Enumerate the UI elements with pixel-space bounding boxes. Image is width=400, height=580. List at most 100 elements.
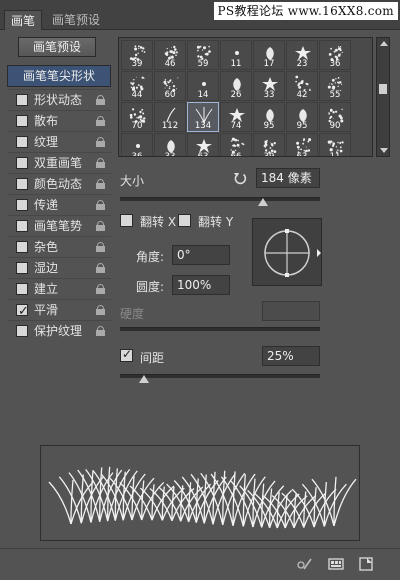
toggle-live-tip-preview-icon[interactable]: [296, 557, 312, 571]
roundness-field[interactable]: 100%: [172, 275, 230, 295]
lock-icon[interactable]: [96, 242, 105, 252]
brush-tip-cell[interactable]: 26: [220, 71, 252, 101]
size-slider-track[interactable]: [120, 197, 320, 201]
brush-tip-cell[interactable]: 33: [154, 133, 186, 156]
brush-size-number: 26: [230, 90, 242, 100]
flip-x-checkbox[interactable]: [120, 214, 133, 227]
angle-field[interactable]: 0°: [172, 245, 230, 265]
lock-icon[interactable]: [96, 116, 105, 126]
lock-icon[interactable]: [96, 137, 105, 147]
brush-option-item[interactable]: 建立: [7, 278, 111, 299]
brush-size-number: 90: [329, 121, 341, 131]
brush-tip-cell[interactable]: 17: [253, 40, 285, 70]
reset-size-icon[interactable]: [232, 170, 248, 186]
scroll-up-arrow-icon[interactable]: [380, 41, 388, 46]
brush-tip-cell[interactable]: 36: [319, 40, 351, 70]
option-checkbox[interactable]: [16, 241, 28, 253]
spacing-slider-track[interactable]: [120, 374, 320, 378]
brush-option-item[interactable]: ✓ 平滑: [7, 299, 111, 320]
option-checkbox[interactable]: [16, 283, 28, 295]
brush-tip-cell[interactable]: 39: [121, 40, 153, 70]
brush-tip-cell[interactable]: 11: [319, 133, 351, 156]
brush-option-item[interactable]: 双重画笔: [7, 152, 111, 173]
option-checkbox[interactable]: [16, 136, 28, 148]
option-checkbox[interactable]: [16, 262, 28, 274]
open-preset-manager-icon[interactable]: [328, 557, 344, 571]
brush-tip-cell[interactable]: 90: [319, 102, 351, 132]
option-checkbox[interactable]: [16, 199, 28, 211]
option-label: 散布: [34, 114, 59, 128]
angle-compass-icon: [264, 229, 321, 277]
brush-tip-cell[interactable]: 59: [187, 40, 219, 70]
flip-y-checkbox[interactable]: [178, 214, 191, 227]
lock-icon[interactable]: [96, 284, 105, 294]
lock-icon[interactable]: [96, 200, 105, 210]
size-slider-thumb[interactable]: [258, 198, 268, 206]
brush-option-item[interactable]: 纹理: [7, 131, 111, 152]
brush-tip-cell[interactable]: 134: [187, 102, 219, 132]
spacing-slider-thumb[interactable]: [139, 375, 149, 383]
option-checkbox[interactable]: [16, 325, 28, 337]
brush-tip-cell[interactable]: 112: [154, 102, 186, 132]
option-checkbox[interactable]: [16, 220, 28, 232]
brush-tip-cell[interactable]: 70: [121, 102, 153, 132]
brush-tip-cell[interactable]: 23: [286, 40, 318, 70]
brush-tip-cell[interactable]: 95: [253, 102, 285, 132]
brush-tip-cell[interactable]: 63: [286, 133, 318, 156]
brush-option-item[interactable]: 传递: [7, 194, 111, 215]
tab-brush[interactable]: 画笔: [4, 10, 43, 30]
angle-roundness-widget[interactable]: [252, 218, 322, 286]
brush-grid-scrollbar[interactable]: [376, 37, 390, 157]
brush-tip-cell[interactable]: 42: [286, 71, 318, 101]
brush-size-number: 66: [230, 152, 242, 157]
spacing-checkbox[interactable]: ✓: [120, 347, 133, 362]
lock-icon[interactable]: [96, 221, 105, 231]
brush-option-item[interactable]: 保护纹理: [7, 320, 111, 341]
brush-tip-cell[interactable]: 74: [220, 102, 252, 132]
brush-tip-cell[interactable]: 11: [220, 40, 252, 70]
tab-brush-presets[interactable]: 画笔预设: [46, 10, 106, 30]
option-checkbox[interactable]: [16, 157, 28, 169]
brush-tip-cell[interactable]: 55: [319, 71, 351, 101]
brush-size-number: 95: [263, 121, 275, 131]
brush-tip-shape-item[interactable]: 画笔笔尖形状: [7, 65, 111, 87]
brush-option-item[interactable]: 湿边: [7, 257, 111, 278]
lock-icon[interactable]: [96, 326, 105, 336]
brush-option-item[interactable]: 散布: [7, 110, 111, 131]
brush-option-item[interactable]: 画笔笔势: [7, 215, 111, 236]
size-field[interactable]: 184 像素: [256, 168, 320, 188]
lock-icon[interactable]: [96, 158, 105, 168]
lock-icon[interactable]: [96, 263, 105, 273]
brush-size-number: 60: [164, 90, 176, 100]
option-label: 纹理: [34, 135, 59, 149]
brush-tip-cell[interactable]: 46: [154, 40, 186, 70]
spacing-field[interactable]: 25%: [262, 346, 320, 366]
lock-icon[interactable]: [96, 95, 105, 105]
lock-icon[interactable]: [96, 179, 105, 189]
brush-tip-cell[interactable]: 60: [154, 71, 186, 101]
option-checkbox[interactable]: [16, 178, 28, 190]
brush-size-number: 63: [197, 152, 209, 157]
option-checkbox[interactable]: ✓: [16, 304, 29, 319]
brush-tip-cell[interactable]: 14: [187, 71, 219, 101]
brush-tip-cell[interactable]: 33: [253, 71, 285, 101]
brush-tip-cell[interactable]: 63: [187, 133, 219, 157]
lock-icon[interactable]: [96, 305, 105, 315]
option-checkbox[interactable]: [16, 115, 28, 127]
brush-tip-cell[interactable]: 39: [253, 133, 285, 156]
create-new-brush-icon[interactable]: [358, 557, 374, 571]
brush-option-item[interactable]: 杂色: [7, 236, 111, 257]
option-checkbox[interactable]: [16, 94, 28, 106]
brush-size-number: 36: [329, 59, 341, 69]
hardness-slider-track: [120, 327, 320, 331]
brush-tip-grid: 39 46 59 11 17 23 36 44 60 14 26 33 42 55 70 112 134 74 95…: [118, 37, 373, 157]
scroll-thumb[interactable]: [379, 84, 387, 94]
brush-option-item[interactable]: 颜色动态: [7, 173, 111, 194]
brush-tip-cell[interactable]: 44: [121, 71, 153, 101]
brush-option-item[interactable]: 形状动态: [7, 89, 111, 110]
brush-tip-cell[interactable]: 66: [220, 133, 252, 157]
scroll-down-arrow-icon[interactable]: [380, 148, 388, 153]
brush-presets-button[interactable]: 画笔预设: [18, 37, 96, 57]
brush-tip-cell[interactable]: 95: [286, 102, 318, 132]
brush-tip-cell[interactable]: 36: [121, 133, 153, 156]
